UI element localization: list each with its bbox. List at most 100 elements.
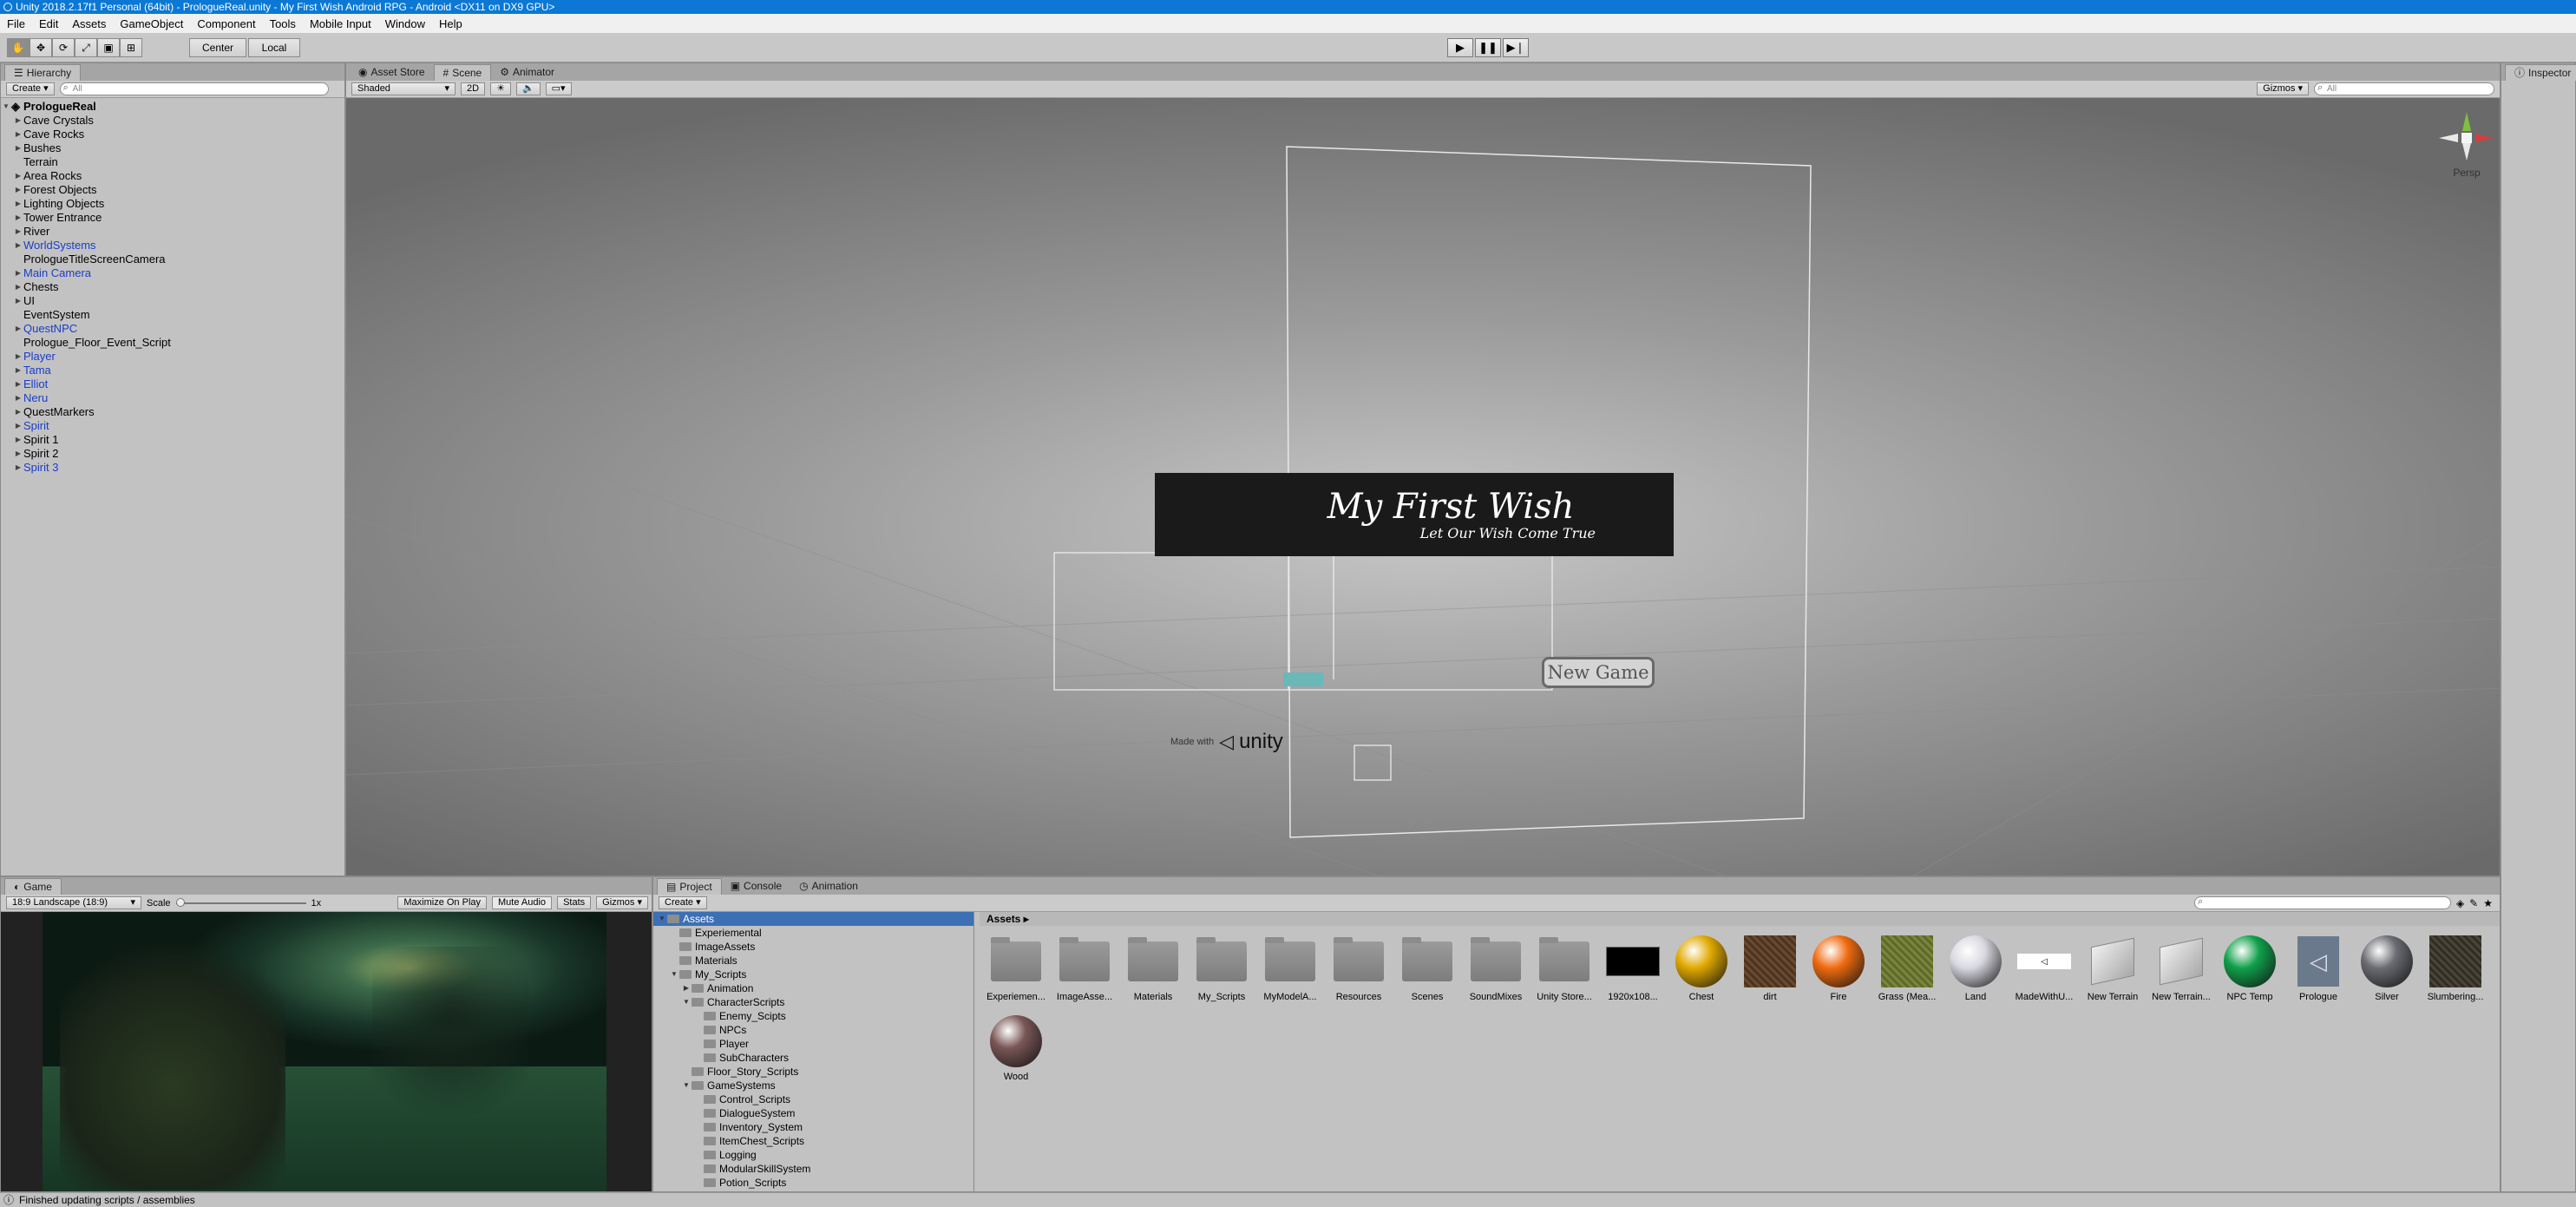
asset-item[interactable]: Scenes <box>1396 935 1458 1002</box>
stats-toggle[interactable]: Stats <box>557 896 592 909</box>
menu-assets[interactable]: Assets <box>65 17 113 30</box>
project-search-input[interactable] <box>2193 896 2451 909</box>
tree-arrow-icon[interactable]: ▼ <box>669 968 679 981</box>
expand-arrow-icon[interactable]: ▶ <box>13 419 23 433</box>
tab-inspector[interactable]: ⓘ Inspector <box>2505 64 2576 81</box>
folder-tree-item[interactable]: ModularSkillSystem <box>653 1162 973 1176</box>
project-create-button[interactable]: Create ▾ <box>659 896 707 909</box>
hierarchy-item[interactable]: ▶ Cave Crystals <box>1 114 344 128</box>
scale-slider[interactable] <box>175 897 306 907</box>
menu-help[interactable]: Help <box>432 17 469 30</box>
maximize-on-play-toggle[interactable]: Maximize On Play <box>397 896 488 909</box>
pivot-local-button[interactable]: Local <box>248 38 300 57</box>
tab-asset-store[interactable]: ◉ Asset Store <box>350 64 434 81</box>
folder-tree-item[interactable]: Floor_Story_Scripts <box>653 1065 973 1079</box>
asset-item[interactable]: Silver <box>2356 935 2418 1002</box>
hierarchy-item[interactable]: ▶ WorldSystems <box>1 239 344 253</box>
asset-item[interactable]: Grass (Mea... <box>1876 935 1938 1002</box>
scene-viewport[interactable]: My First Wish Let Our Wish Come True New… <box>346 98 2500 876</box>
asset-item[interactable]: ◁ MadeWithU... <box>2013 935 2075 1002</box>
hierarchy-item[interactable]: ▶ Player <box>1 350 344 364</box>
asset-item[interactable]: ◁ Prologue <box>2287 935 2350 1002</box>
folder-tree-item[interactable]: ▼ My_Scripts <box>653 968 973 981</box>
rotate-tool-icon[interactable]: ⟳ <box>52 38 75 57</box>
folder-tree-item[interactable]: Materials <box>653 954 973 968</box>
filter-label-icon[interactable]: ✎ <box>2469 897 2478 909</box>
hierarchy-item[interactable]: ▶ Tower Entrance <box>1 211 344 225</box>
hierarchy-item[interactable]: Prologue_Floor_Event_Script <box>1 336 344 350</box>
asset-item[interactable]: 1920x108... <box>1602 935 1664 1002</box>
menu-component[interactable]: Component <box>190 17 262 30</box>
folder-tree-item[interactable]: Enemy_Scipts <box>653 1009 973 1023</box>
asset-item[interactable]: Fire <box>1807 935 1870 1002</box>
expand-arrow-icon[interactable]: ▶ <box>13 322 23 336</box>
asset-item[interactable]: Slumbering... <box>2424 935 2487 1002</box>
camera-gizmo-icon[interactable] <box>1283 672 1323 686</box>
hierarchy-item[interactable]: PrologueTitleScreenCamera <box>1 253 344 266</box>
hierarchy-item[interactable]: ▶ Tama <box>1 364 344 377</box>
hierarchy-item[interactable]: ▶ Forest Objects <box>1 183 344 197</box>
hierarchy-item[interactable]: ▶ Spirit 1 <box>1 433 344 447</box>
resolution-dropdown[interactable]: 18:9 Landscape (18:9) ▾ <box>6 896 141 909</box>
expand-arrow-icon[interactable]: ▶ <box>13 128 23 141</box>
hierarchy-item[interactable]: ▶ QuestMarkers <box>1 405 344 419</box>
expand-arrow-icon[interactable]: ▶ <box>13 211 23 225</box>
asset-item[interactable]: MyModelA... <box>1259 935 1321 1002</box>
shading-dropdown[interactable]: Shaded ▾ <box>351 82 456 95</box>
asset-item[interactable]: Resources <box>1327 935 1390 1002</box>
folder-tree-item[interactable]: ▼ GameSystems <box>653 1079 973 1092</box>
asset-item[interactable]: NPC Temp <box>2219 935 2281 1002</box>
asset-item[interactable]: Unity Store... <box>1533 935 1596 1002</box>
folder-tree-item[interactable]: Potion_Scripts <box>653 1176 973 1190</box>
asset-item[interactable]: My_Scripts <box>1190 935 1253 1002</box>
expand-arrow-icon[interactable]: ▶ <box>13 197 23 211</box>
audio-icon[interactable]: 🔈 <box>515 82 541 95</box>
hierarchy-item[interactable]: ▶ Spirit <box>1 419 344 433</box>
tab-project[interactable]: ▤ Project <box>657 878 722 895</box>
asset-item[interactable]: SoundMixes <box>1465 935 1527 1002</box>
expand-arrow-icon[interactable]: ▶ <box>13 405 23 419</box>
asset-item[interactable]: New Terrain <box>2081 935 2144 1002</box>
pivot-center-button[interactable]: Center <box>189 38 246 57</box>
folder-tree-item[interactable]: SubCharacters <box>653 1051 973 1065</box>
hierarchy-item[interactable]: ▶ QuestNPC <box>1 322 344 336</box>
expand-arrow-icon[interactable]: ▶ <box>13 169 23 183</box>
expand-arrow-icon[interactable]: ▶ <box>13 183 23 197</box>
asset-item[interactable]: Chest <box>1670 935 1733 1002</box>
folder-tree-item[interactable]: Logging <box>653 1148 973 1162</box>
menu-edit[interactable]: Edit <box>32 17 65 30</box>
tab-animation[interactable]: ◷ Animation <box>790 878 867 895</box>
hierarchy-item[interactable]: ▶ Neru <box>1 391 344 405</box>
hierarchy-search-input[interactable]: All <box>59 82 329 95</box>
play-icon[interactable]: ▶ <box>1447 38 1473 57</box>
expand-arrow-icon[interactable]: ▶ <box>13 114 23 128</box>
tree-arrow-icon[interactable]: ▼ <box>681 1079 692 1092</box>
expand-arrow-icon[interactable]: ▶ <box>13 391 23 405</box>
step-icon[interactable]: ▶❘ <box>1503 38 1529 57</box>
expand-arrow-icon[interactable]: ▶ <box>13 239 23 253</box>
game-viewport[interactable] <box>1 912 652 1191</box>
hierarchy-item[interactable]: ▶ Lighting Objects <box>1 197 344 211</box>
hierarchy-item[interactable]: ▶ River <box>1 225 344 239</box>
hierarchy-item[interactable]: ▶ Spirit 3 <box>1 461 344 475</box>
tree-arrow-icon[interactable]: ▶ <box>681 981 692 995</box>
menu-gameobject[interactable]: GameObject <box>113 17 190 30</box>
filter-type-icon[interactable]: ◈ <box>2456 897 2464 909</box>
folder-tree-item[interactable]: DialogueSystem <box>653 1106 973 1120</box>
hierarchy-item[interactable]: ▶ Elliot <box>1 377 344 391</box>
hierarchy-item[interactable]: ▶ Chests <box>1 280 344 294</box>
create-button[interactable]: Create ▾ <box>6 82 55 95</box>
lighting-icon[interactable]: ☀ <box>490 82 511 95</box>
expand-arrow-icon[interactable]: ▶ <box>13 433 23 447</box>
2d-toggle[interactable]: 2D <box>461 82 486 95</box>
folder-tree-item[interactable]: Inventory_System <box>653 1120 973 1134</box>
menu-tools[interactable]: Tools <box>263 17 303 30</box>
menu-window[interactable]: Window <box>378 17 432 30</box>
expand-arrow-icon[interactable]: ▶ <box>13 141 23 155</box>
folder-tree-item[interactable]: ItemChest_Scripts <box>653 1134 973 1148</box>
collapse-arrow-icon[interactable]: ▼ <box>1 100 11 114</box>
asset-item[interactable]: ImageAsse... <box>1053 935 1116 1002</box>
expand-arrow-icon[interactable]: ▶ <box>13 461 23 475</box>
menu-mobile-input[interactable]: Mobile Input <box>303 17 378 30</box>
tab-scene[interactable]: # Scene <box>433 64 492 81</box>
